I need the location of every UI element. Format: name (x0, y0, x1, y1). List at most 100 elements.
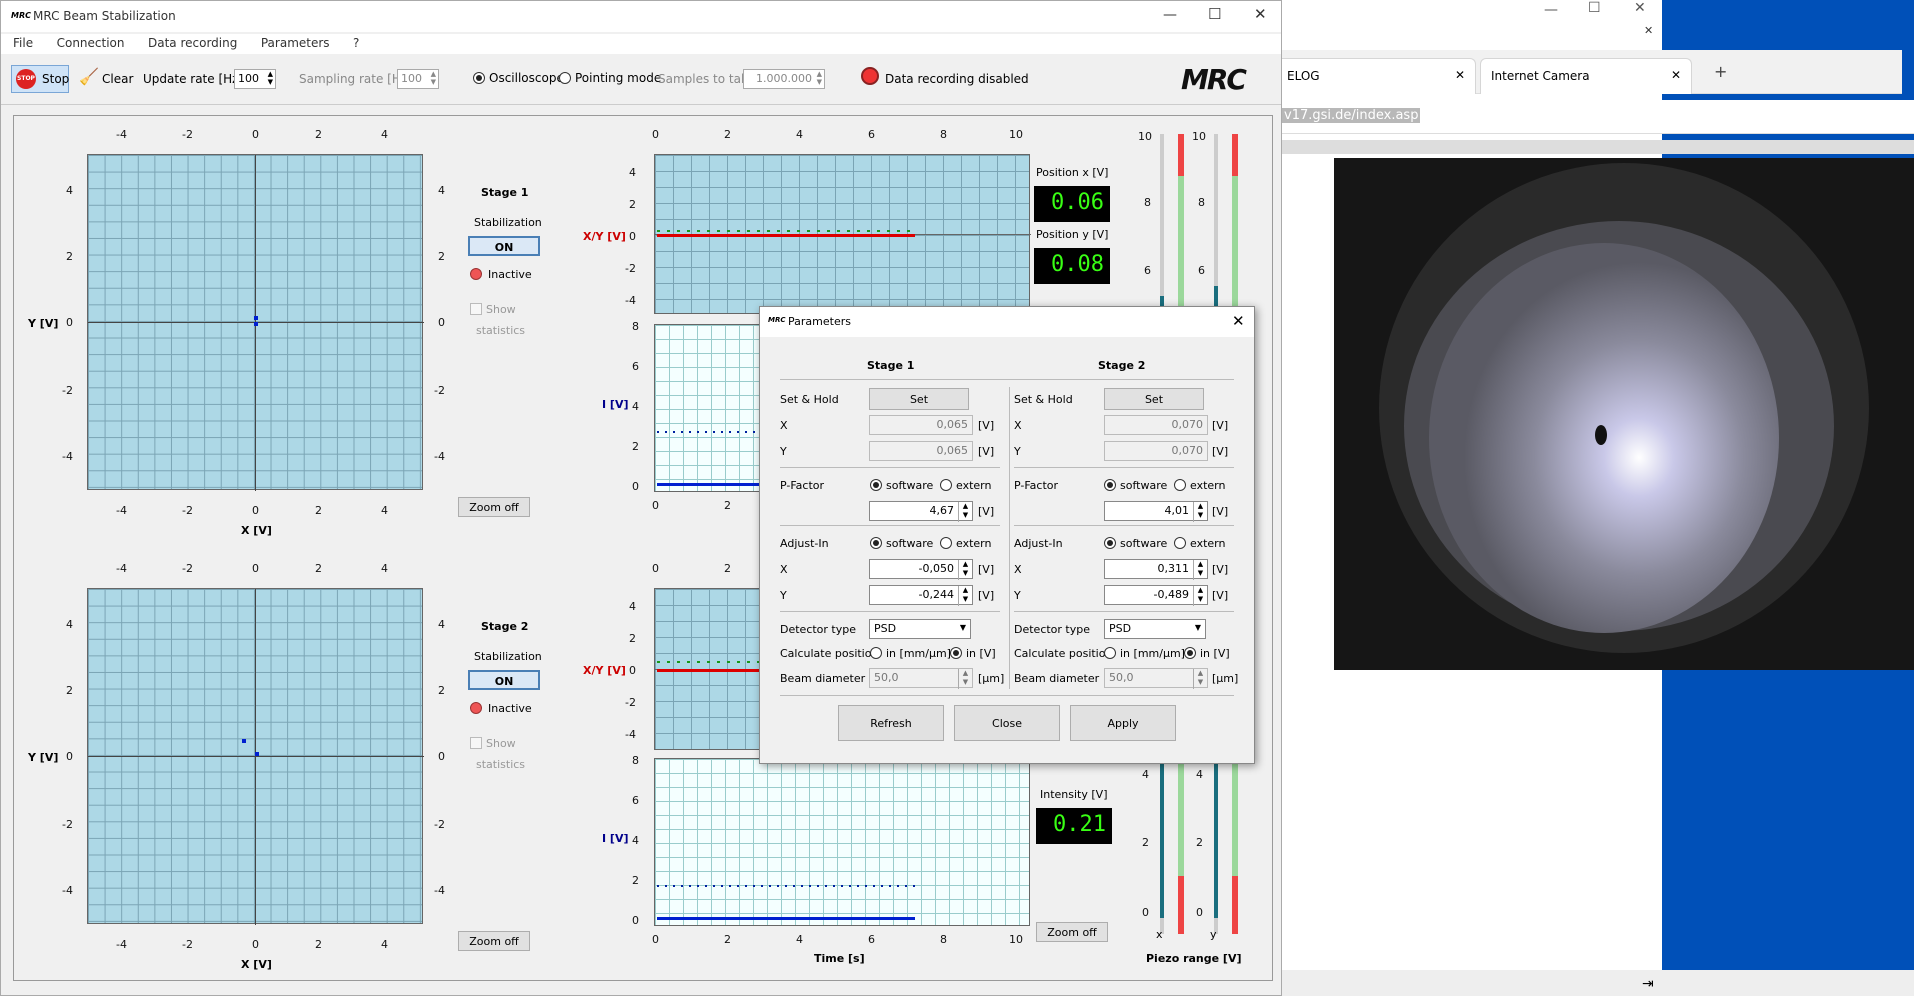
stage1-pfactor-field[interactable]: 4,67 ▲ ▼ (869, 501, 973, 522)
spin-arrows-icon[interactable]: ▲ ▼ (1193, 560, 1207, 580)
stage2-adjust-y-field[interactable]: -0,489 ▲ ▼ (1104, 585, 1208, 606)
menu-parameters[interactable]: Parameters (249, 34, 338, 50)
spin-arrows-icon[interactable]: ▲ ▼ (1193, 586, 1207, 606)
window-title: MRC Beam Stabilization (33, 9, 176, 23)
new-tab-icon[interactable]: + (1714, 62, 1727, 81)
sampling-rate-spinbox: 100 ▲ ▼ (397, 69, 439, 89)
spin-arrows-icon: ▲ ▼ (1193, 669, 1207, 689)
trace-y (657, 230, 915, 232)
stage2-pfactor-software-radio[interactable]: software (1104, 479, 1167, 492)
minimize-icon[interactable]: — (1544, 2, 1558, 18)
stage2-calc-v-radio[interactable]: in [V] (1184, 647, 1230, 660)
stage2-xy-plot (87, 588, 424, 925)
menu-data-recording[interactable]: Data recording (136, 34, 245, 50)
stage2-pfactor-field[interactable]: 4,01 ▲ ▼ (1104, 501, 1208, 522)
radio-icon (473, 72, 485, 84)
stage1-title: Stage 1 (481, 186, 529, 199)
broom-icon[interactable]: 🧹 (79, 67, 99, 86)
y-axis-label: Y [V] (28, 751, 59, 764)
spin-arrows-icon[interactable]: ▲ ▼ (958, 560, 972, 580)
update-rate-spinbox[interactable]: 100 ▲ ▼ (234, 69, 276, 89)
maximize-icon[interactable]: ☐ (1208, 5, 1221, 23)
beam-point (254, 316, 258, 320)
stage2-adjust-x-field[interactable]: 0,311 ▲ ▼ (1104, 559, 1208, 580)
apply-button[interactable]: Apply (1070, 705, 1176, 741)
menu-file[interactable]: File (1, 34, 41, 50)
menu-connection[interactable]: Connection (45, 34, 133, 50)
oscilloscope-radio[interactable]: Oscilloscope (473, 71, 564, 85)
spin-arrows-icon[interactable]: ▲ ▼ (268, 70, 273, 86)
app-logo-icon: MRC (11, 11, 31, 20)
close-icon[interactable]: ✕ (1671, 68, 1681, 82)
maximize-icon[interactable]: ☐ (1588, 0, 1601, 16)
stage1-adjust-x-field[interactable]: -0,050 ▲ ▼ (869, 559, 973, 580)
spin-arrows-icon[interactable]: ▲ ▼ (1193, 502, 1207, 522)
x-axis-label: X [V] (241, 524, 272, 537)
stop-icon: STOP (16, 69, 36, 89)
close-icon[interactable]: ✕ (1232, 312, 1245, 330)
stage2-hold-x-field: 0,070 (1104, 415, 1208, 435)
stage1-calc-mm-radio[interactable]: in [mm/µm] (870, 647, 951, 660)
trace-x (657, 234, 915, 237)
stage1-hold-y-field: 0,065 (869, 441, 973, 461)
recording-status-text: Data recording disabled (885, 72, 1029, 86)
stage2-detector-type-select[interactable]: PSD ▼ (1104, 619, 1206, 639)
close-button[interactable]: Close (954, 705, 1060, 741)
stage2-stabilization-on-button[interactable]: ON (468, 670, 540, 690)
stage1-set-button[interactable]: Set (869, 388, 969, 410)
refresh-button[interactable]: Refresh (838, 705, 944, 741)
stage1-calc-v-radio[interactable]: in [V] (950, 647, 996, 660)
show-statistics-checkbox[interactable] (470, 303, 482, 315)
stage1-xy-plot (87, 154, 424, 491)
xy-axis-label: X/Y [V] (583, 664, 626, 677)
browser-tabbar: ELOG ✕ Internet Camera ✕ + (1276, 50, 1902, 94)
i-axis-label: I [V] (602, 398, 629, 411)
stop-button[interactable]: STOP Stop (11, 65, 69, 93)
stage2-calc-mm-radio[interactable]: in [mm/µm] (1104, 647, 1185, 660)
close-icon[interactable]: ✕ (1455, 68, 1465, 82)
stage2-set-button[interactable]: Set (1104, 388, 1204, 410)
stage1-adjust-software-radio[interactable]: software (870, 537, 933, 550)
clear-button[interactable]: Clear (102, 72, 133, 86)
piezo-range-label: Piezo range [V] (1146, 952, 1242, 965)
close-icon[interactable]: ✕ (1644, 24, 1653, 37)
camera-image (1334, 158, 1914, 670)
tab-elog[interactable]: ELOG ✕ (1276, 58, 1476, 94)
stage1-detector-type-select[interactable]: PSD ▼ (869, 619, 971, 639)
spin-arrows-icon[interactable]: ▲ ▼ (958, 586, 972, 606)
status-led-icon (470, 268, 482, 280)
stage2-zoom-off-button[interactable]: Zoom off (458, 931, 530, 951)
toolbar: STOP Stop 🧹 Clear Update rate [Hz] 100 ▲ ▼… (1, 55, 1281, 105)
menu-help[interactable]: ? (341, 34, 367, 50)
spin-arrows-icon: ▲ ▼ (958, 669, 972, 689)
spin-arrows-icon[interactable]: ▲ ▼ (958, 502, 972, 522)
arrow-icon: ⇥ (1642, 976, 1654, 992)
stage2-pfactor-extern-radio[interactable]: extern (1174, 479, 1225, 492)
stage2-adjust-software-radio[interactable]: software (1104, 537, 1167, 550)
radio-icon (559, 72, 571, 84)
close-icon[interactable]: ✕ (1634, 0, 1646, 16)
stage2-adjust-extern-radio[interactable]: extern (1174, 537, 1225, 550)
chevron-down-icon: ▼ (1194, 623, 1201, 632)
time-axis-label: Time [s] (814, 952, 865, 965)
stage1-adjust-extern-radio[interactable]: extern (940, 537, 991, 550)
position-y-display: 0.08 (1034, 248, 1110, 284)
stage2-status: Inactive (488, 702, 532, 715)
stage1-pfactor-extern-radio[interactable]: extern (940, 479, 991, 492)
address-bar[interactable]: v17.gsi.de/index.asp (1282, 100, 1914, 134)
stage1-pfactor-software-radio[interactable]: software (870, 479, 933, 492)
intensity-display: 0.21 (1036, 808, 1112, 844)
minimize-icon[interactable]: — (1163, 7, 1177, 23)
stage1-stabilization-on-button[interactable]: ON (468, 236, 540, 256)
stage1-adjust-y-field[interactable]: -0,244 ▲ ▼ (869, 585, 973, 606)
show-statistics-checkbox[interactable] (470, 737, 482, 749)
beam-point (255, 752, 259, 756)
zoom-off-button[interactable]: Zoom off (1036, 922, 1108, 942)
title-bar: MRC MRC Beam Stabilization — ☐ ✕ (1, 1, 1281, 32)
intensity-trace (657, 917, 915, 920)
stage1-zoom-off-button[interactable]: Zoom off (458, 497, 530, 517)
close-icon[interactable]: ✕ (1254, 5, 1267, 23)
stage2-intensity-plot (654, 758, 1030, 926)
pointing-mode-radio[interactable]: Pointing mode (559, 71, 661, 85)
tab-internet-camera[interactable]: Internet Camera ✕ (1480, 58, 1692, 94)
